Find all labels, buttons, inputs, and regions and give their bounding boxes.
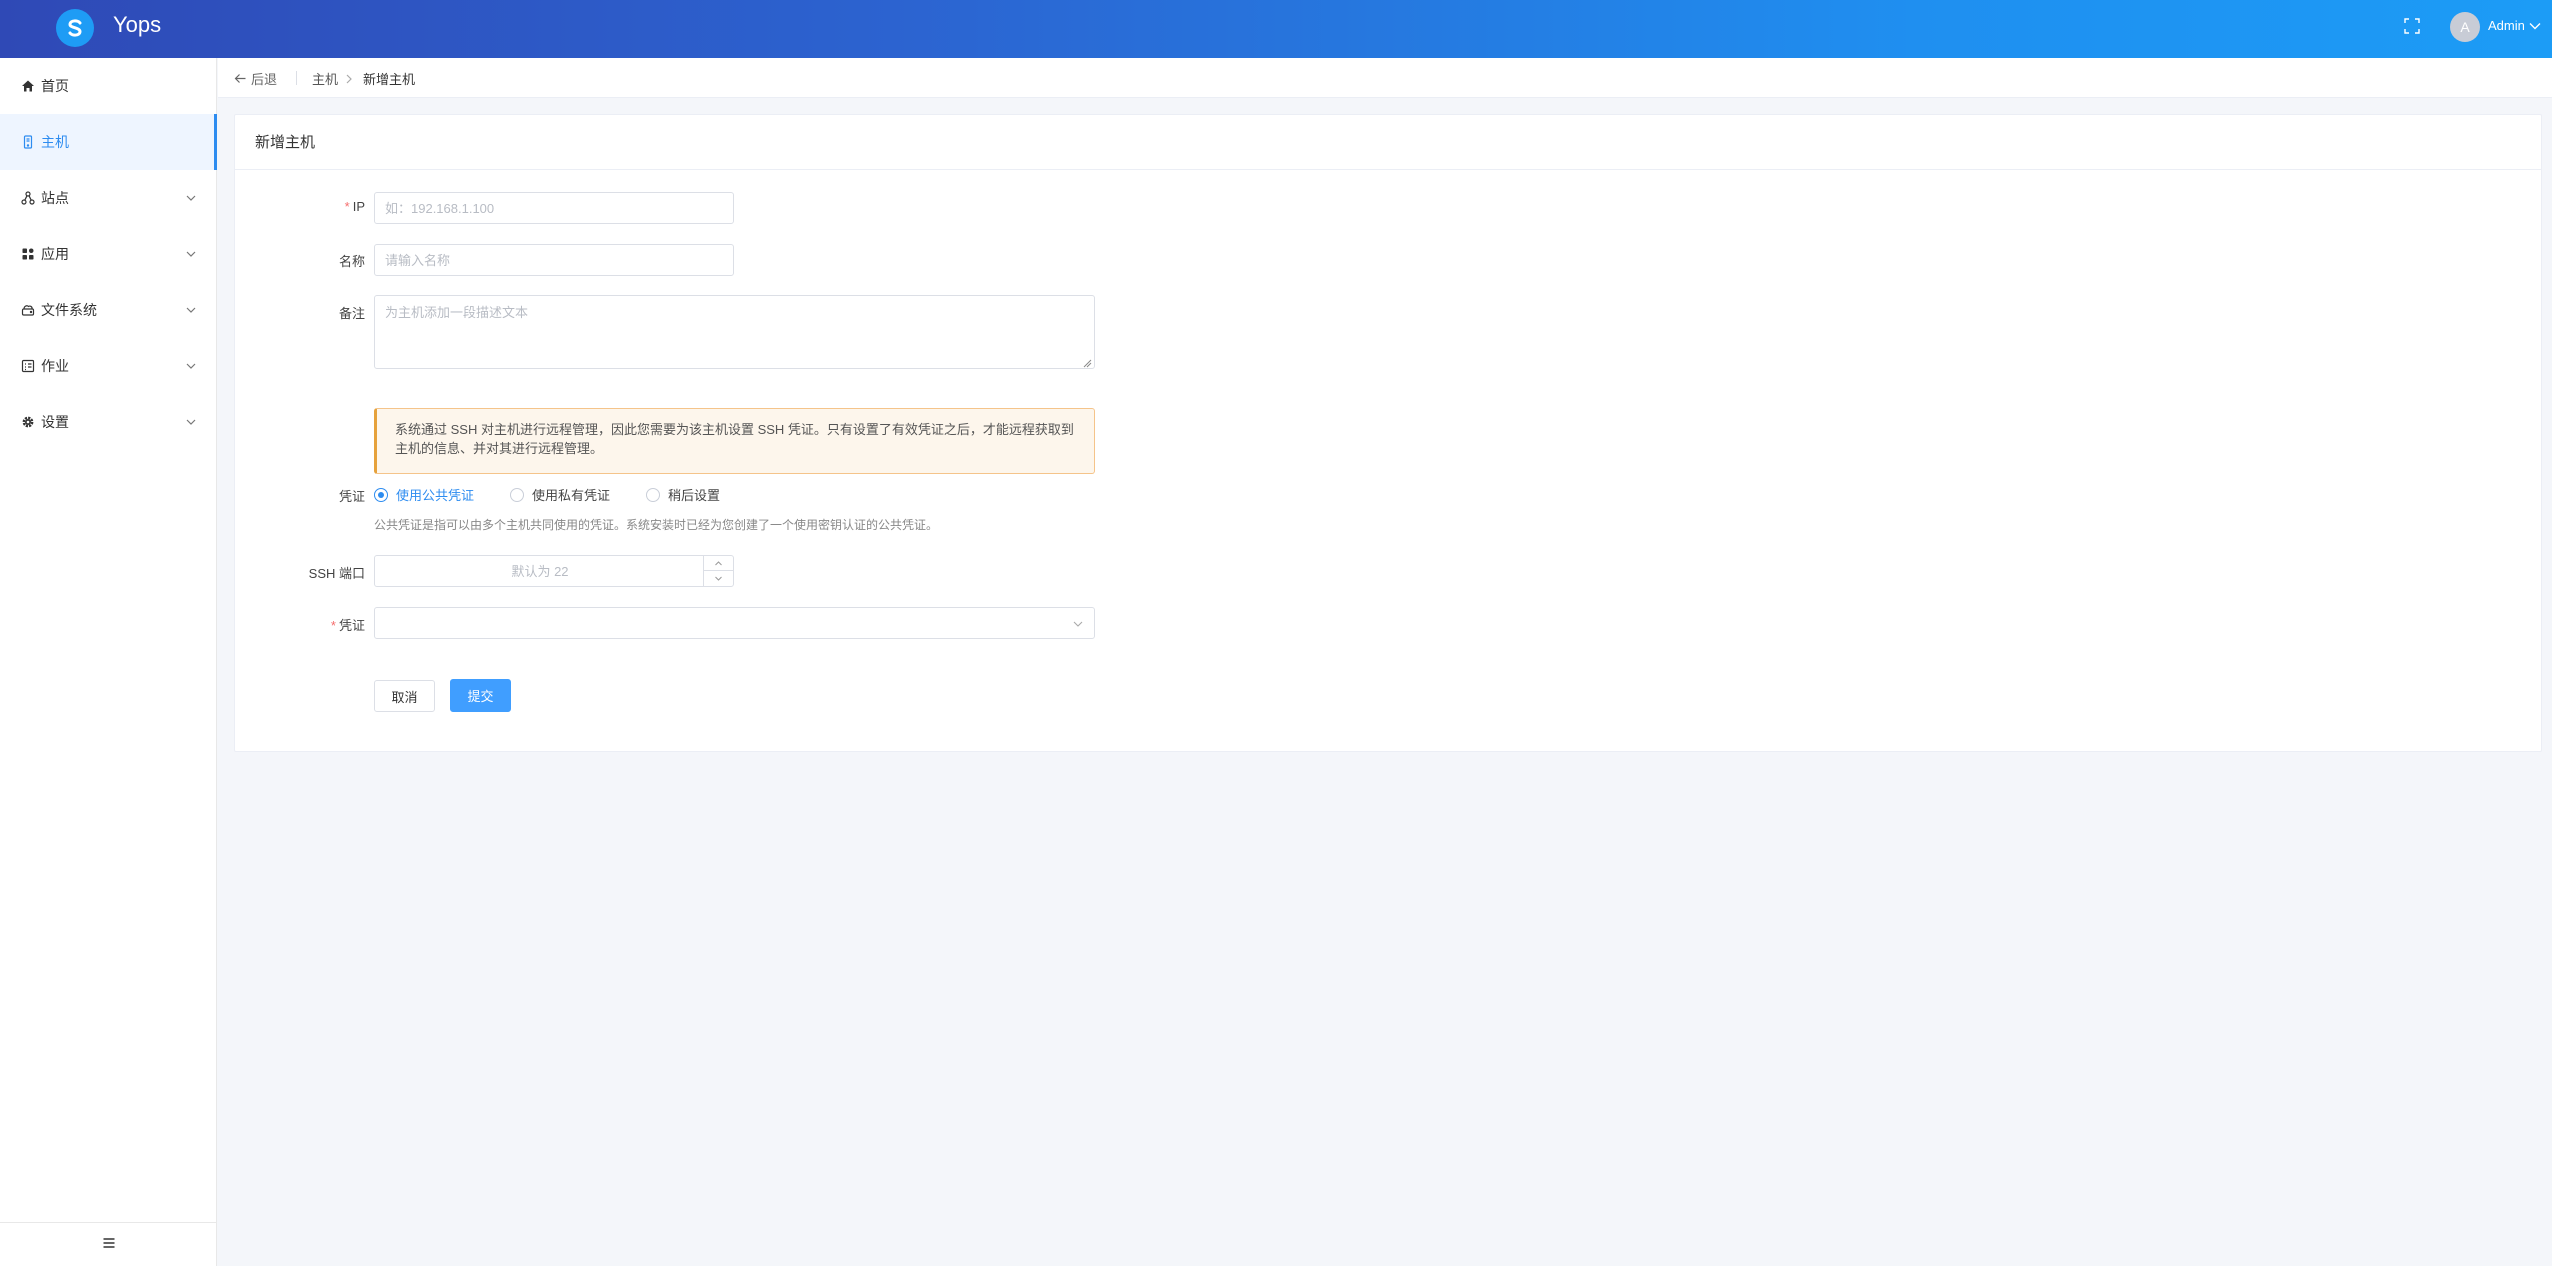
sidebar-item-label: 设置 bbox=[41, 414, 69, 430]
server-icon bbox=[20, 134, 36, 150]
remark-textarea[interactable] bbox=[374, 295, 1095, 369]
breadcrumb-divider bbox=[296, 71, 297, 85]
arrow-left-icon bbox=[234, 74, 246, 83]
gear-icon bbox=[20, 414, 36, 430]
radio-dot bbox=[510, 487, 524, 502]
sidebar-item-apps[interactable]: 应用 bbox=[0, 226, 217, 282]
sidebar-item-label: 首页 bbox=[41, 78, 69, 94]
sidebar: 首页 主机 站点 应用 文件系统 作业 设置 bbox=[0, 58, 217, 1266]
sidebar-item-label: 站点 bbox=[41, 190, 69, 206]
app-logo-icon[interactable] bbox=[56, 9, 94, 47]
sidebar-item-label: 应用 bbox=[41, 246, 69, 262]
sidebar-item-site[interactable]: 站点 bbox=[0, 170, 217, 226]
credential-help-text: 公共凭证是指可以由多个主机共同使用的凭证。系统安装时已经为您创建了一个使用密钥认… bbox=[374, 518, 939, 532]
sidebar-item-host[interactable]: 主机 bbox=[0, 114, 217, 170]
chevron-down-icon bbox=[185, 415, 197, 427]
user-name[interactable]: Admin bbox=[2488, 18, 2525, 33]
breadcrumb-parent[interactable]: 主机 bbox=[312, 69, 338, 88]
cancel-button[interactable]: 取消 bbox=[374, 680, 435, 712]
job-list-icon bbox=[20, 358, 36, 374]
menu-icon bbox=[102, 1236, 116, 1253]
sidebar-item-home[interactable]: 首页 bbox=[0, 58, 217, 114]
radio-dot bbox=[646, 487, 660, 502]
page-title: 新增主机 bbox=[235, 115, 2541, 170]
chevron-down-icon bbox=[1072, 618, 1084, 630]
sidebar-item-label: 作业 bbox=[41, 358, 69, 374]
ip-input[interactable] bbox=[374, 192, 734, 224]
radio-public-credential[interactable]: 使用公共凭证 bbox=[374, 485, 474, 504]
required-mark: * bbox=[344, 199, 350, 214]
radio-label: 使用公共凭证 bbox=[396, 488, 475, 503]
chevron-right-icon bbox=[344, 72, 354, 84]
ssh-port-stepper bbox=[374, 555, 734, 587]
stepper-decrement-button[interactable] bbox=[704, 571, 733, 586]
chevron-down-icon bbox=[185, 191, 197, 203]
chevron-down-icon bbox=[715, 576, 722, 581]
resize-handle-icon[interactable] bbox=[1082, 356, 1092, 368]
apps-icon bbox=[20, 246, 36, 262]
remark-label: 备注 bbox=[338, 306, 365, 321]
radio-private-credential[interactable]: 使用私有凭证 bbox=[510, 485, 610, 504]
avatar[interactable]: A bbox=[2450, 12, 2480, 42]
add-host-card: 新增主机 *IP 名称 备注 系统通过 SSH 对主机进行远程管理，因此您需要为… bbox=[234, 114, 2542, 752]
ssh-credential-alert: 系统通过 SSH 对主机进行远程管理，因此您需要为该主机设置 SSH 凭证。只有… bbox=[374, 408, 1095, 474]
cloud-drive-icon bbox=[20, 302, 36, 318]
home-icon bbox=[20, 78, 36, 94]
breadcrumb-current: 新增主机 bbox=[363, 72, 416, 87]
radio-dot bbox=[374, 487, 388, 502]
sidebar-item-jobs[interactable]: 作业 bbox=[0, 338, 217, 394]
sitemap-icon bbox=[20, 190, 36, 206]
chevron-down-icon bbox=[185, 247, 197, 259]
sidebar-item-filesystem[interactable]: 文件系统 bbox=[0, 282, 217, 338]
credential-mode-label: 凭证 bbox=[338, 489, 365, 504]
top-header: Yops A Admin bbox=[0, 0, 2552, 58]
credential-select[interactable] bbox=[374, 607, 1095, 639]
credential-label-text: 凭证 bbox=[338, 618, 365, 633]
chevron-down-icon[interactable] bbox=[2528, 19, 2542, 33]
chevron-up-icon bbox=[715, 560, 722, 565]
stepper-increment-button[interactable] bbox=[704, 556, 733, 571]
chevron-down-icon bbox=[185, 359, 197, 371]
collapse-menu-button[interactable] bbox=[0, 1222, 217, 1266]
back-label: 后退 bbox=[251, 72, 278, 87]
ssh-port-label: SSH 端口 bbox=[308, 566, 365, 581]
sidebar-item-settings[interactable]: 设置 bbox=[0, 394, 217, 450]
sidebar-item-label: 主机 bbox=[41, 134, 69, 150]
sidebar-item-label: 文件系统 bbox=[41, 302, 97, 318]
breadcrumb: 后退 主机 新增主机 bbox=[218, 58, 2552, 98]
app-name[interactable]: Yops bbox=[113, 12, 161, 38]
back-button[interactable]: 后退 bbox=[234, 69, 277, 88]
ssh-port-input[interactable] bbox=[375, 556, 705, 586]
radio-label: 使用私有凭证 bbox=[532, 488, 611, 503]
radio-set-later[interactable]: 稍后设置 bbox=[646, 485, 720, 504]
required-mark: * bbox=[330, 618, 336, 633]
name-input[interactable] bbox=[374, 244, 734, 276]
ip-label: * IP bbox=[235, 199, 365, 214]
fullscreen-icon[interactable] bbox=[2402, 16, 2422, 36]
radio-label: 稍后设置 bbox=[668, 488, 721, 503]
name-label: 名称 bbox=[338, 254, 365, 269]
credential-label: * 凭证 bbox=[235, 615, 365, 634]
stepper-buttons bbox=[703, 556, 733, 586]
submit-button[interactable]: 提交 bbox=[450, 679, 511, 712]
chevron-down-icon bbox=[185, 303, 197, 315]
ip-label-text: IP bbox=[352, 199, 365, 214]
